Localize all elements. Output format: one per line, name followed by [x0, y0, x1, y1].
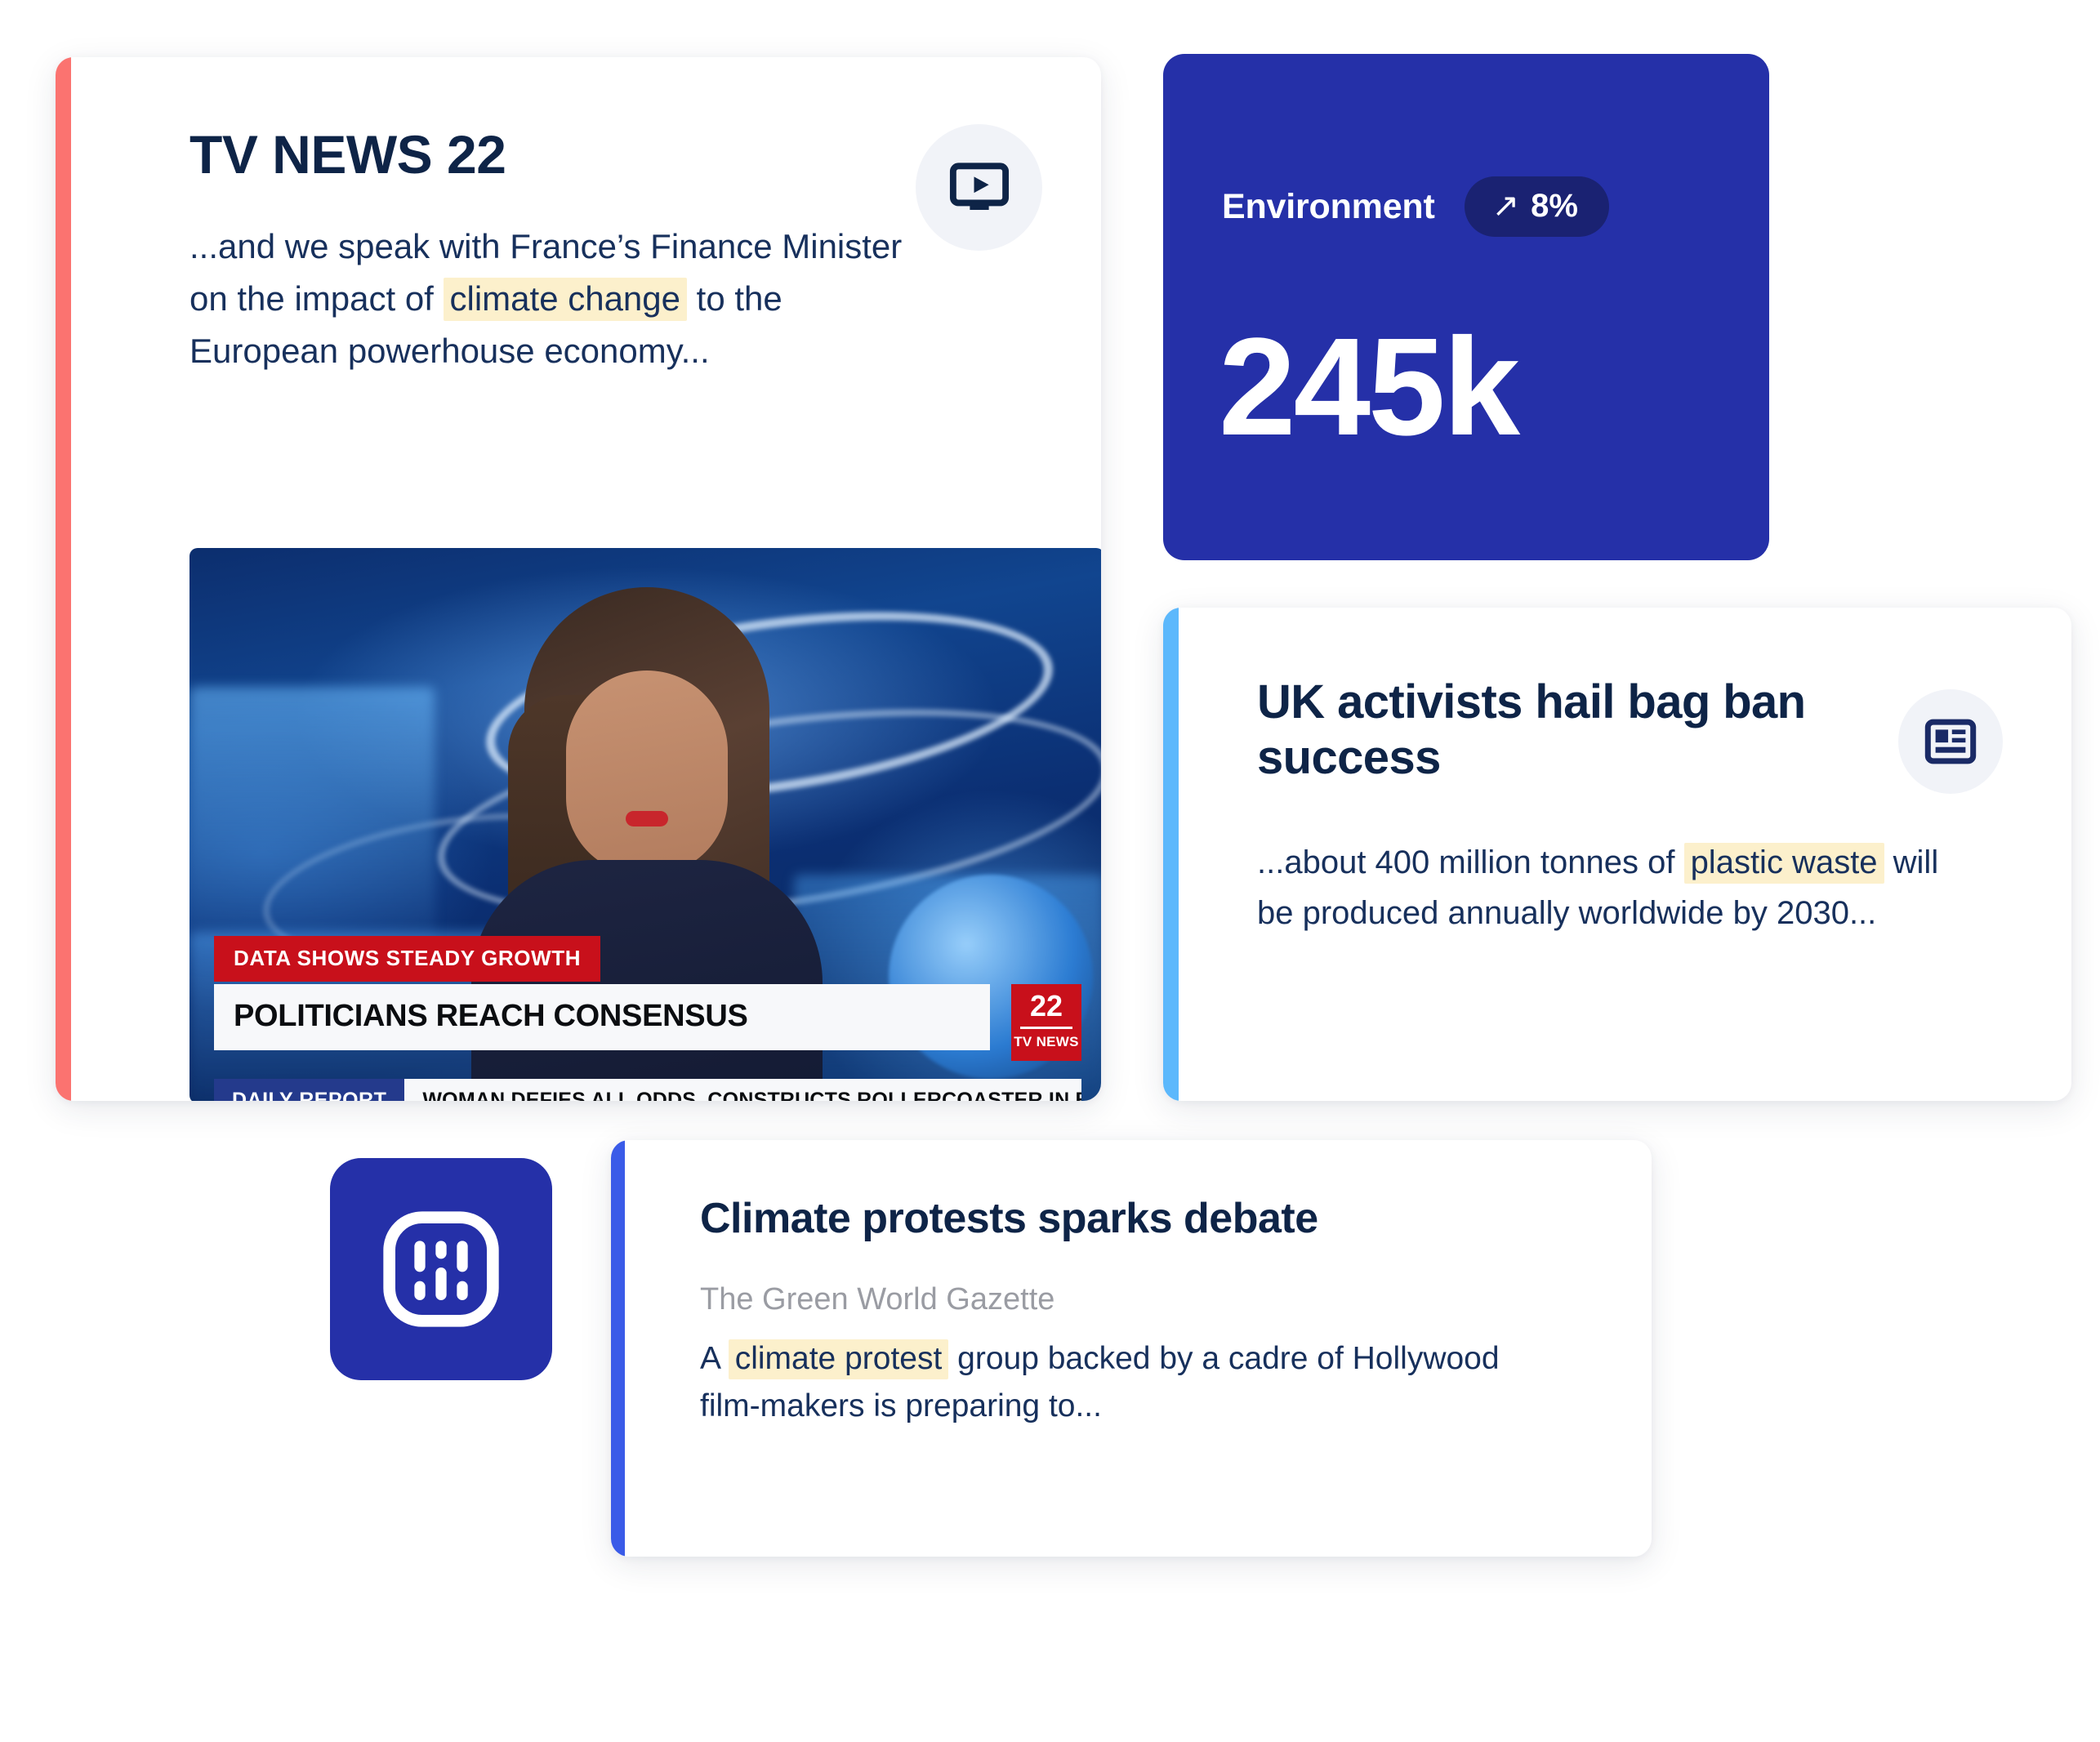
- climate-protests-title: Climate protests sparks debate: [700, 1195, 1318, 1242]
- stat-trend-badge[interactable]: ↗ 8%: [1464, 176, 1609, 237]
- presenter-lips: [626, 811, 668, 826]
- stat-value: 245k: [1219, 310, 1520, 465]
- stat-trend-percent: 8%: [1531, 188, 1578, 224]
- climate-highlight-term: climate protest: [728, 1339, 949, 1379]
- brand-grid-logo[interactable]: [330, 1158, 552, 1380]
- uk-activists-snippet: ...about 400 million tonnes of plastic w…: [1257, 837, 1982, 938]
- broadcast-headline: POLITICIANS REACH CONSENSUS: [214, 984, 990, 1050]
- broadcast-ticker-tag: DAILY REPORT: [214, 1079, 405, 1101]
- card-accent-bar-blue: [611, 1140, 625, 1557]
- uk-activists-title: UK activists hail bag ban success: [1257, 675, 1806, 785]
- climate-protests-card[interactable]: Climate protests sparks debate The Green…: [611, 1140, 1652, 1557]
- climate-protests-content: Climate protests sparks debate The Green…: [625, 1140, 1652, 1557]
- broadcast-channel-number: 22: [1029, 989, 1063, 1022]
- uk-highlight-term: plastic waste: [1683, 842, 1884, 884]
- broadcast-channel-caption: TV NEWS: [1014, 1034, 1079, 1049]
- card-accent-bar-red: [56, 57, 71, 1101]
- broadcast-kicker: DATA SHOWS STEADY GROWTH: [214, 936, 601, 982]
- cards-collage: TV NEWS 22 ...and we speak with France’s…: [0, 0, 2100, 1742]
- tv-news-highlight-term: climate change: [443, 278, 688, 322]
- card-accent-bar-lightblue: [1163, 608, 1179, 1101]
- environment-stat-card[interactable]: Environment ↗ 8% 245k: [1163, 54, 1769, 560]
- trend-up-arrow-icon: ↗: [1491, 188, 1520, 224]
- uk-snippet-lead: ...about 400 million tonnes of: [1257, 844, 1684, 880]
- studio-screen-panel: [189, 687, 435, 965]
- tv-news-snippet: ...and we speak with France’s Finance Mi…: [189, 221, 925, 376]
- uk-activists-content: UK activists hail bag ban success ...abo…: [1179, 608, 2071, 1101]
- tv-news-card[interactable]: TV NEWS 22 ...and we speak with France’s…: [56, 57, 1101, 1101]
- broadcast-ticker-strip: DAILY REPORT WOMAN DEFIES ALL ODDS, CONS…: [214, 1079, 1081, 1101]
- broadcast-channel-logo: 22 TV NEWS: [1011, 984, 1081, 1061]
- climate-protests-source: The Green World Gazette: [700, 1282, 1055, 1317]
- news-studio-thumbnail[interactable]: DATA SHOWS STEADY GROWTH POLITICIANS REA…: [189, 548, 1101, 1101]
- broadcast-ticker-text: WOMAN DEFIES ALL ODDS, CONSTRUCTS ROLLER…: [404, 1079, 1081, 1101]
- climate-protests-snippet: A climate protest group backed by a cadr…: [700, 1335, 1558, 1431]
- climate-snippet-lead: A: [700, 1340, 729, 1376]
- stat-header-row: Environment ↗ 8%: [1222, 176, 1735, 237]
- presenter-face: [566, 671, 728, 875]
- broadcast-logo-divider: [1020, 1027, 1072, 1029]
- stat-category-label: Environment: [1222, 186, 1435, 226]
- tv-news-title: TV NEWS 22: [189, 124, 506, 185]
- uk-activists-card[interactable]: UK activists hail bag ban success ...abo…: [1163, 608, 2071, 1101]
